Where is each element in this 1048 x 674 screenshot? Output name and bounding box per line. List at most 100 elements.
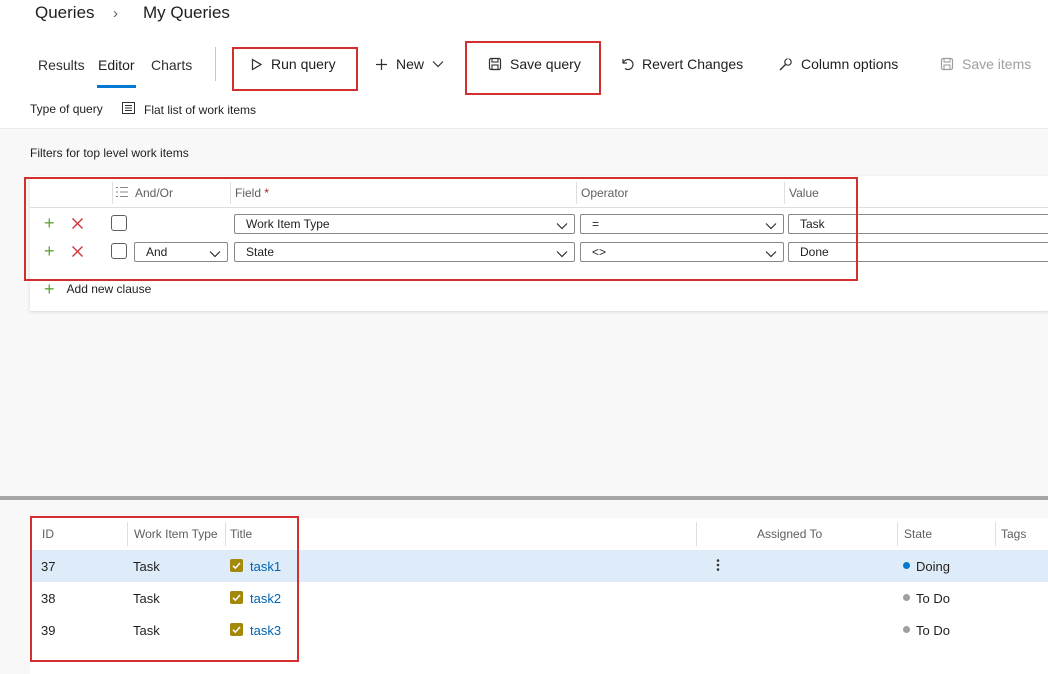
column-divider [576,182,577,204]
chevron-down-icon [765,219,777,233]
table-row[interactable] [30,550,1048,582]
row-state: To Do [916,623,950,638]
breadcrumb-current: My Queries [143,3,230,22]
save-items-label: Save items [962,56,1032,72]
andor-dropdown[interactable]: And [134,242,228,262]
task-checkmark-icon [230,591,243,604]
task-checkmark-icon [230,559,243,572]
save-disk-icon [940,57,954,71]
delete-clause-icon[interactable] [71,245,84,258]
tab-results[interactable]: Results [38,57,85,73]
field-header-label: Field [235,186,262,200]
undo-icon [620,57,634,71]
chevron-down-icon [209,247,221,261]
value-input-text: Task [800,217,825,231]
state-dot-icon [903,594,910,601]
clause-checkbox[interactable] [111,243,127,259]
header-divider [30,207,1048,208]
state-dot-icon [903,562,910,569]
save-items-button[interactable]: Save items [940,56,1031,72]
active-tab-indicator [97,85,136,88]
field-dropdown-value: Work Item Type [246,217,330,231]
row-state: To Do [916,591,950,606]
breadcrumb-root[interactable]: Queries [35,3,95,23]
column-options-label: Column options [801,56,899,72]
state-column-header[interactable]: State [904,527,932,541]
tab-charts[interactable]: Charts [151,57,192,73]
revert-changes-label: Revert Changes [642,56,744,72]
group-clauses-icon[interactable] [115,185,129,203]
column-divider [696,522,697,546]
operator-dropdown[interactable]: <> [580,242,784,262]
operator-column-header: Operator [581,186,629,200]
breadcrumb-separator-icon: › [113,5,118,22]
assigned-column-header[interactable]: Assigned To [757,527,822,541]
query-type-selector[interactable]: Flat list of work items [122,102,256,117]
list-icon [122,102,135,117]
toolbar-divider [215,47,216,81]
id-column-header[interactable]: ID [42,527,54,541]
field-dropdown[interactable]: Work Item Type [234,214,575,234]
tab-editor[interactable]: Editor [98,57,135,73]
row-state: Doing [916,559,950,574]
row-type: Task [133,623,160,638]
plus-icon [375,58,388,71]
row-title-link[interactable]: task1 [250,559,281,574]
chevron-down-icon [765,247,777,261]
state-dot-icon [903,626,910,633]
table-row[interactable] [30,614,1048,646]
row-title-link[interactable]: task2 [250,591,281,606]
row-title-link[interactable]: task3 [250,623,281,638]
column-divider [225,522,226,546]
save-query-button[interactable]: Save query [488,56,581,72]
title-column-header[interactable]: Title [230,527,252,541]
delete-clause-icon[interactable] [71,217,84,230]
required-mark: * [264,186,270,200]
new-label: New [396,56,425,72]
chevron-down-icon [556,219,568,233]
row-id: 38 [41,591,56,606]
add-new-clause-button[interactable]: + Add new clause [44,279,152,299]
clause-checkbox[interactable] [111,215,127,231]
column-options-button[interactable]: Column options [778,56,898,72]
row-id: 37 [41,559,56,574]
tags-column-header[interactable]: Tags [1001,527,1026,541]
plus-icon: + [44,279,55,299]
table-row[interactable] [30,582,1048,614]
operator-dropdown[interactable]: = [580,214,784,234]
save-disk-icon [488,57,502,71]
column-divider [995,522,996,546]
field-column-header: Field * [235,186,269,200]
row-type: Task [133,591,160,606]
play-icon [250,57,263,71]
field-dropdown[interactable]: State [234,242,575,262]
chevron-down-icon [556,247,568,261]
run-query-button[interactable]: Run query [250,56,336,72]
value-input-text: Done [800,245,829,259]
wrench-icon [778,57,793,72]
column-divider [230,182,231,204]
type-column-header[interactable]: Work Item Type [134,527,218,541]
value-column-header: Value [789,186,819,200]
more-actions-icon[interactable] [716,558,720,577]
value-input[interactable]: Done [788,242,1048,262]
save-query-label: Save query [510,56,581,72]
chevron-down-icon [432,60,444,68]
revert-changes-button[interactable]: Revert Changes [620,56,743,72]
operator-dropdown-value: <> [592,245,607,259]
row-type: Task [133,559,160,574]
andor-dropdown-value: And [146,245,168,259]
new-button[interactable]: New [375,56,444,72]
operator-dropdown-value: = [592,217,600,231]
run-query-label: Run query [271,56,336,72]
row-id: 39 [41,623,56,638]
add-clause-row-icon[interactable]: + [44,214,55,232]
column-divider [127,522,128,546]
column-divider [897,522,898,546]
add-clause-row-icon[interactable]: + [44,242,55,260]
query-type-label: Type of query [30,102,103,116]
filters-heading: Filters for top level work items [30,146,189,160]
query-type-value: Flat list of work items [144,102,257,117]
value-input[interactable]: Task [788,214,1048,234]
add-new-clause-label: Add new clause [66,282,152,296]
